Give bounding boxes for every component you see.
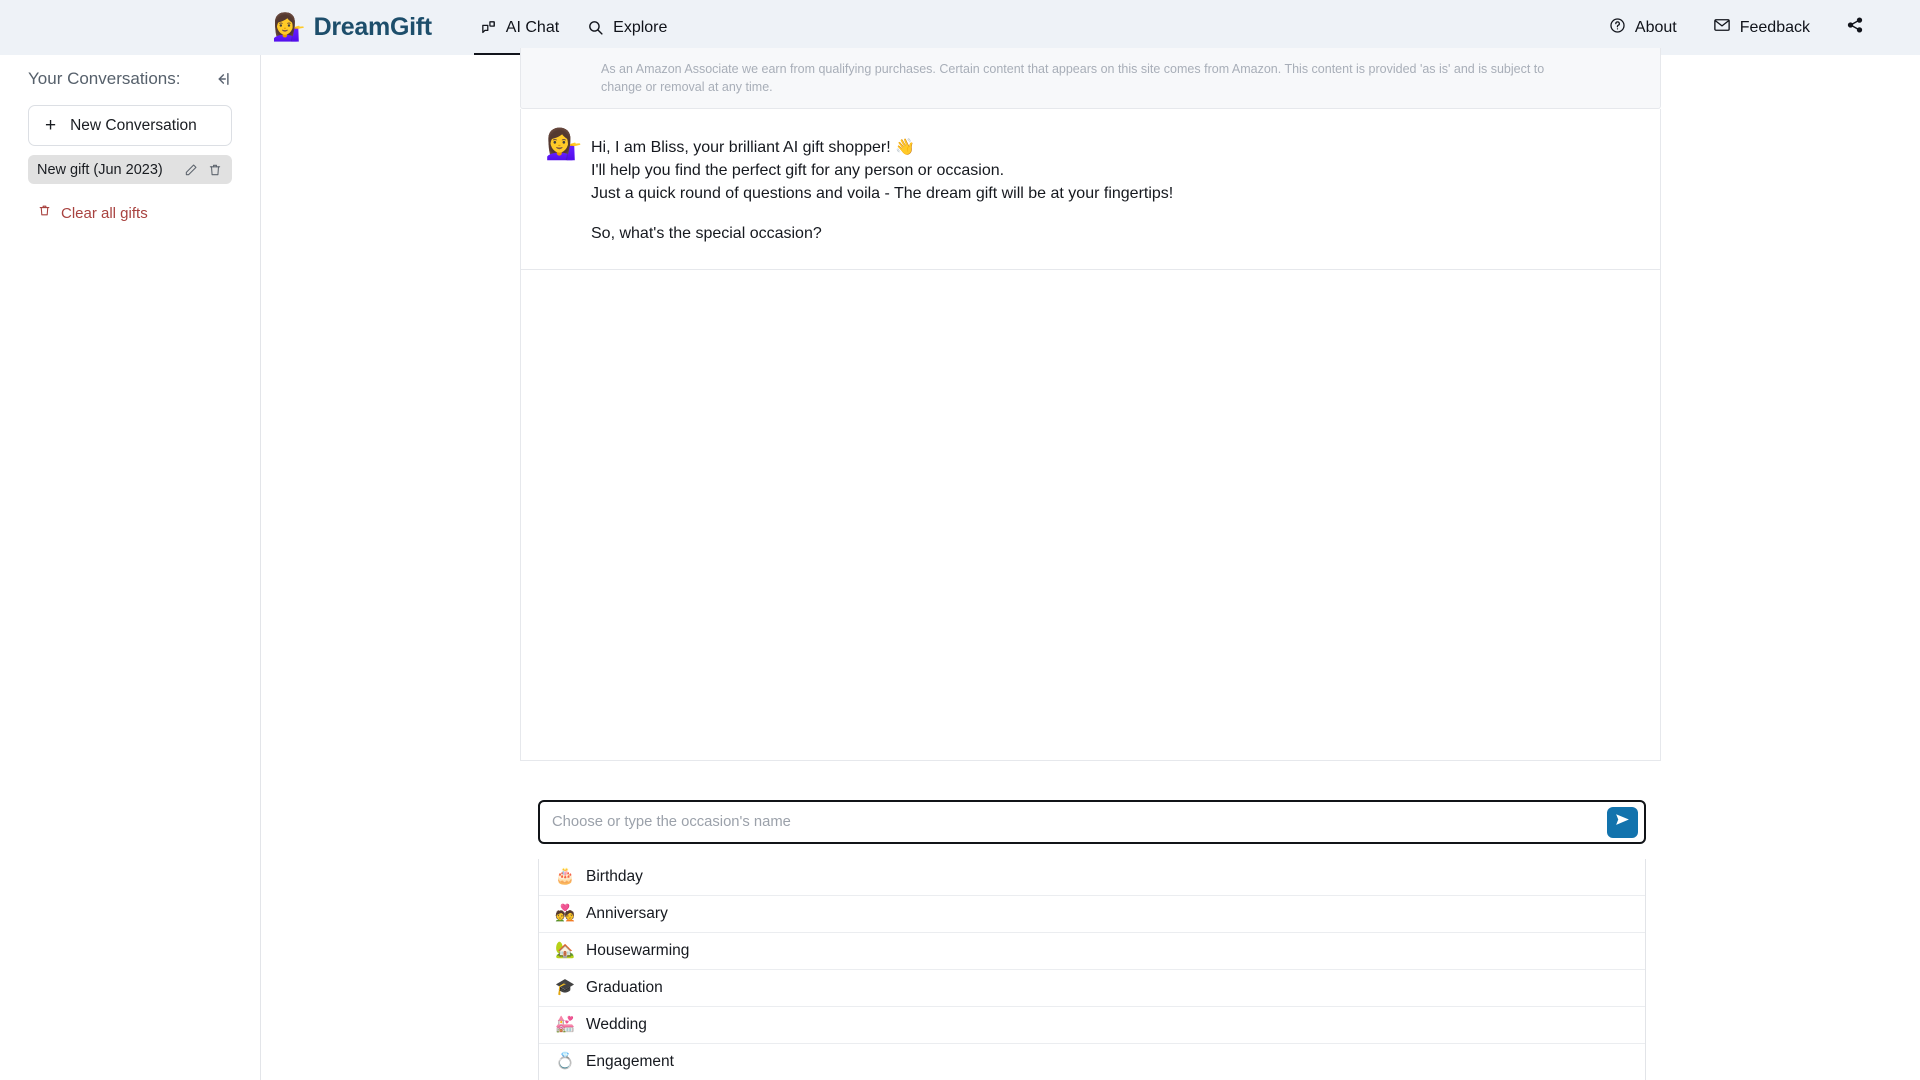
ring-icon: 💍 bbox=[555, 1054, 573, 1070]
message-input-area bbox=[538, 800, 1646, 844]
dropdown-option-label: Housewarming bbox=[586, 942, 689, 960]
pencil-icon[interactable] bbox=[184, 163, 198, 177]
dropdown-option-engagement[interactable]: 💍 Engagement bbox=[539, 1044, 1645, 1080]
occasion-input[interactable] bbox=[540, 814, 1607, 830]
tab-explore[interactable]: Explore bbox=[573, 0, 681, 55]
tab-explore-label: Explore bbox=[613, 19, 667, 37]
feedback-label: Feedback bbox=[1740, 19, 1810, 37]
occasion-input-box[interactable] bbox=[538, 800, 1646, 844]
clear-all-gifts-label: Clear all gifts bbox=[61, 205, 148, 222]
app-header: 💁‍♀️ DreamGift AI Chat Explore bbox=[0, 0, 1920, 55]
collapse-left-icon[interactable] bbox=[211, 70, 232, 88]
share-button[interactable] bbox=[1830, 8, 1880, 47]
chat-message: 💁‍♀️ Hi, I am Bliss, your brilliant AI g… bbox=[520, 109, 1661, 270]
dropdown-option-wedding[interactable]: 💒 Wedding bbox=[539, 1007, 1645, 1044]
dropdown-option-birthday[interactable]: 🎂 Birthday bbox=[539, 859, 1645, 896]
bliss-avatar-icon: 💁‍♀️ bbox=[545, 130, 591, 245]
occasion-dropdown[interactable]: 🎂 Birthday 💑 Anniversary 🏡 Housewarming … bbox=[538, 859, 1646, 1080]
trash-icon bbox=[38, 204, 51, 222]
conversations-sidebar: Your Conversations: + New Conversation N… bbox=[0, 55, 261, 1080]
dropdown-option-label: Anniversary bbox=[586, 905, 668, 923]
amazon-disclaimer: As an Amazon Associate we earn from qual… bbox=[520, 48, 1661, 109]
message-line: I'll help you find the perfect gift for … bbox=[591, 159, 1173, 182]
primary-nav: AI Chat Explore bbox=[466, 0, 682, 55]
cake-icon: 🎂 bbox=[555, 869, 573, 885]
about-button[interactable]: About bbox=[1593, 9, 1693, 47]
dreamgift-avatar-icon: 💁‍♀️ bbox=[272, 14, 306, 41]
conversation-item[interactable]: New gift (Jun 2023) bbox=[28, 155, 232, 184]
sidebar-title: Your Conversations: bbox=[28, 69, 180, 89]
dropdown-option-label: Graduation bbox=[586, 979, 663, 997]
about-label: About bbox=[1635, 19, 1677, 37]
send-button[interactable] bbox=[1607, 807, 1638, 838]
dropdown-option-label: Birthday bbox=[586, 868, 643, 886]
message-line: So, what's the special occasion? bbox=[591, 222, 1173, 245]
dropdown-option-graduation[interactable]: 🎓 Graduation bbox=[539, 970, 1645, 1007]
tab-ai-chat-label: AI Chat bbox=[506, 19, 559, 37]
dropdown-option-housewarming[interactable]: 🏡 Housewarming bbox=[539, 933, 1645, 970]
couple-icon: 💑 bbox=[555, 906, 573, 922]
question-circle-icon bbox=[1609, 17, 1626, 39]
new-conversation-button[interactable]: + New Conversation bbox=[28, 105, 232, 146]
share-icon bbox=[1846, 16, 1864, 39]
search-icon bbox=[587, 19, 604, 36]
trash-icon[interactable] bbox=[208, 163, 222, 177]
send-paper-plane-icon bbox=[1614, 811, 1631, 833]
plus-icon: + bbox=[45, 116, 56, 135]
chat-message-text: Hi, I am Bliss, your brilliant AI gift s… bbox=[591, 130, 1173, 245]
message-line: Just a quick round of questions and voil… bbox=[591, 182, 1173, 205]
chat-scroll-area bbox=[520, 270, 1661, 760]
tab-ai-chat[interactable]: AI Chat bbox=[466, 0, 573, 55]
brand-logo[interactable]: 💁‍♀️ DreamGift bbox=[272, 13, 432, 42]
message-line: Hi, I am Bliss, your brilliant AI gift s… bbox=[591, 136, 1173, 159]
brand-name: DreamGift bbox=[314, 13, 432, 42]
input-separator bbox=[520, 760, 1661, 761]
graduation-cap-icon: 🎓 bbox=[555, 980, 573, 996]
dropdown-option-label: Wedding bbox=[586, 1016, 647, 1034]
conversation-name: New gift (Jun 2023) bbox=[37, 162, 174, 178]
feedback-button[interactable]: Feedback bbox=[1697, 8, 1826, 47]
new-conversation-label: New Conversation bbox=[70, 117, 197, 135]
sidebar-header: Your Conversations: bbox=[28, 55, 232, 89]
wedding-chapel-icon: 💒 bbox=[555, 1017, 573, 1033]
dropdown-option-anniversary[interactable]: 💑 Anniversary bbox=[539, 896, 1645, 933]
clear-all-gifts-button[interactable]: Clear all gifts bbox=[28, 204, 232, 222]
envelope-icon bbox=[1713, 16, 1731, 39]
house-icon: 🏡 bbox=[555, 943, 573, 959]
dropdown-option-label: Engagement bbox=[586, 1053, 674, 1071]
header-actions: About Feedback bbox=[1593, 8, 1880, 47]
chat-bubbles-icon bbox=[480, 19, 497, 36]
